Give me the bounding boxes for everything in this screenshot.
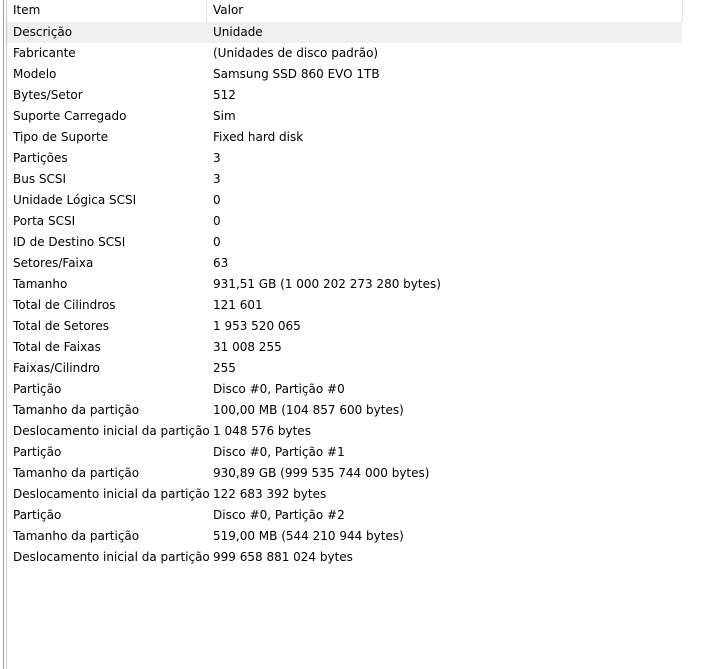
row-item: Modelo xyxy=(13,67,57,81)
row-item: Total de Faixas xyxy=(13,340,101,354)
row-item: Partições xyxy=(13,151,68,165)
row-item: Tipo de Suporte xyxy=(13,130,109,144)
table-row[interactable]: Partição Disco #0, Partição #0 xyxy=(7,379,682,400)
row-item: Fabricante xyxy=(13,46,76,60)
row-item: Suporte Carregado xyxy=(13,109,127,123)
row-item: Descrição xyxy=(13,25,73,39)
row-item: Tamanho da partição xyxy=(13,466,140,480)
row-value: Samsung SSD 860 EVO 1TB xyxy=(213,67,380,81)
table-row[interactable]: Total de Setores 1 953 520 065 xyxy=(7,316,682,337)
row-item: Deslocamento inicial da partição xyxy=(13,487,210,501)
row-value: 1 953 520 065 xyxy=(213,319,301,333)
row-value: 3 xyxy=(213,172,221,186)
row-item: ID de Destino SCSI xyxy=(13,235,126,249)
row-value: Fixed hard disk xyxy=(213,130,304,144)
table-row[interactable]: Deslocamento inicial da partição 1 048 57… xyxy=(7,421,682,442)
table-row[interactable]: Partição Disco #0, Partição #1 xyxy=(7,442,682,463)
row-item: Deslocamento inicial da partição xyxy=(13,424,210,438)
row-item: Partição xyxy=(13,382,62,396)
row-item: Total de Setores xyxy=(13,319,110,333)
row-item: Partição xyxy=(13,445,62,459)
row-value: 255 xyxy=(213,361,236,375)
table-row[interactable]: Fabricante (Unidades de disco padrão) xyxy=(7,43,682,64)
row-value: 0 xyxy=(213,214,221,228)
row-value: Disco #0, Partição #0 xyxy=(213,382,345,396)
table-row[interactable]: Partições 3 xyxy=(7,148,682,169)
row-value: Unidade xyxy=(213,25,263,39)
row-value: Disco #0, Partição #1 xyxy=(213,445,345,459)
row-item: Unidade Lógica SCSI xyxy=(13,193,137,207)
row-value: 0 xyxy=(213,193,221,207)
table-row[interactable]: Tamanho da partição 930,89 GB (999 535 74… xyxy=(7,463,682,484)
row-item: Partição xyxy=(13,508,62,522)
row-value: Sim xyxy=(213,109,236,123)
row-value: 519,00 MB (544 210 944 bytes) xyxy=(213,529,404,543)
row-value: 121 601 xyxy=(213,298,263,312)
row-value: 931,51 GB (1 000 202 273 280 bytes) xyxy=(213,277,441,291)
table-row[interactable]: Porta SCSI 0 xyxy=(7,211,682,232)
row-value: 122 683 392 bytes xyxy=(213,487,327,501)
row-item: Tamanho xyxy=(13,277,68,291)
row-item: Deslocamento inicial da partição xyxy=(13,550,210,564)
row-item: Bytes/Setor xyxy=(13,88,83,102)
table-row[interactable]: Faixas/Cilindro 255 xyxy=(7,358,682,379)
row-value: 3 xyxy=(213,151,221,165)
table-row[interactable]: Deslocamento inicial da partição 122 683 … xyxy=(7,484,682,505)
row-item: Setores/Faixa xyxy=(13,256,94,270)
column-header-item[interactable]: Item xyxy=(7,0,207,22)
row-value: Disco #0, Partição #2 xyxy=(213,508,345,522)
table-row[interactable]: Descrição Unidade xyxy=(7,22,682,43)
table-row[interactable]: Unidade Lógica SCSI 0 xyxy=(7,190,682,211)
row-value: 100,00 MB (104 857 600 bytes) xyxy=(213,403,404,417)
table-row[interactable]: Setores/Faixa 63 xyxy=(7,253,682,274)
row-value: 930,89 GB (999 535 744 000 bytes) xyxy=(213,466,430,480)
table-row[interactable]: Tamanho da partição 100,00 MB (104 857 60… xyxy=(7,400,682,421)
table-row[interactable]: Tamanho 931,51 GB (1 000 202 273 280 byte… xyxy=(7,274,682,295)
column-header-value[interactable]: Valor xyxy=(207,0,682,22)
table-row[interactable]: Deslocamento inicial da partição 999 658 … xyxy=(7,547,682,568)
row-value: 512 xyxy=(213,88,236,102)
table-row[interactable]: Bus SCSI 3 xyxy=(7,169,682,190)
table-row[interactable]: Total de Cilindros 121 601 xyxy=(7,295,682,316)
row-value: 1 048 576 bytes xyxy=(213,424,311,438)
row-item: Tamanho da partição xyxy=(13,529,140,543)
row-item: Tamanho da partição xyxy=(13,403,140,417)
table-row[interactable]: Modelo Samsung SSD 860 EVO 1TB xyxy=(7,64,682,85)
row-item: Total de Cilindros xyxy=(13,298,116,312)
row-value: 0 xyxy=(213,235,221,249)
row-item: Faixas/Cilindro xyxy=(13,361,100,375)
row-value: 63 xyxy=(213,256,229,270)
list-header: Item Valor xyxy=(7,0,683,22)
table-row[interactable]: Total de Faixas 31 008 255 xyxy=(7,337,682,358)
row-item: Porta SCSI xyxy=(13,214,76,228)
table-row[interactable]: Tipo de Suporte Fixed hard disk xyxy=(7,127,682,148)
row-value: 999 658 881 024 bytes xyxy=(213,550,353,564)
properties-list: Descrição Unidade Fabricante (Unidades de d… xyxy=(7,22,682,568)
table-row[interactable]: ID de Destino SCSI 0 xyxy=(7,232,682,253)
table-row[interactable]: Bytes/Setor 512 xyxy=(7,85,682,106)
table-row[interactable]: Partição Disco #0, Partição #2 xyxy=(7,505,682,526)
row-item: Bus SCSI xyxy=(13,172,67,186)
table-row[interactable]: Tamanho da partição 519,00 MB (544 210 94… xyxy=(7,526,682,547)
row-value: (Unidades de disco padrão) xyxy=(213,46,379,60)
row-value: 31 008 255 xyxy=(213,340,282,354)
table-row[interactable]: Suporte Carregado Sim xyxy=(7,106,682,127)
